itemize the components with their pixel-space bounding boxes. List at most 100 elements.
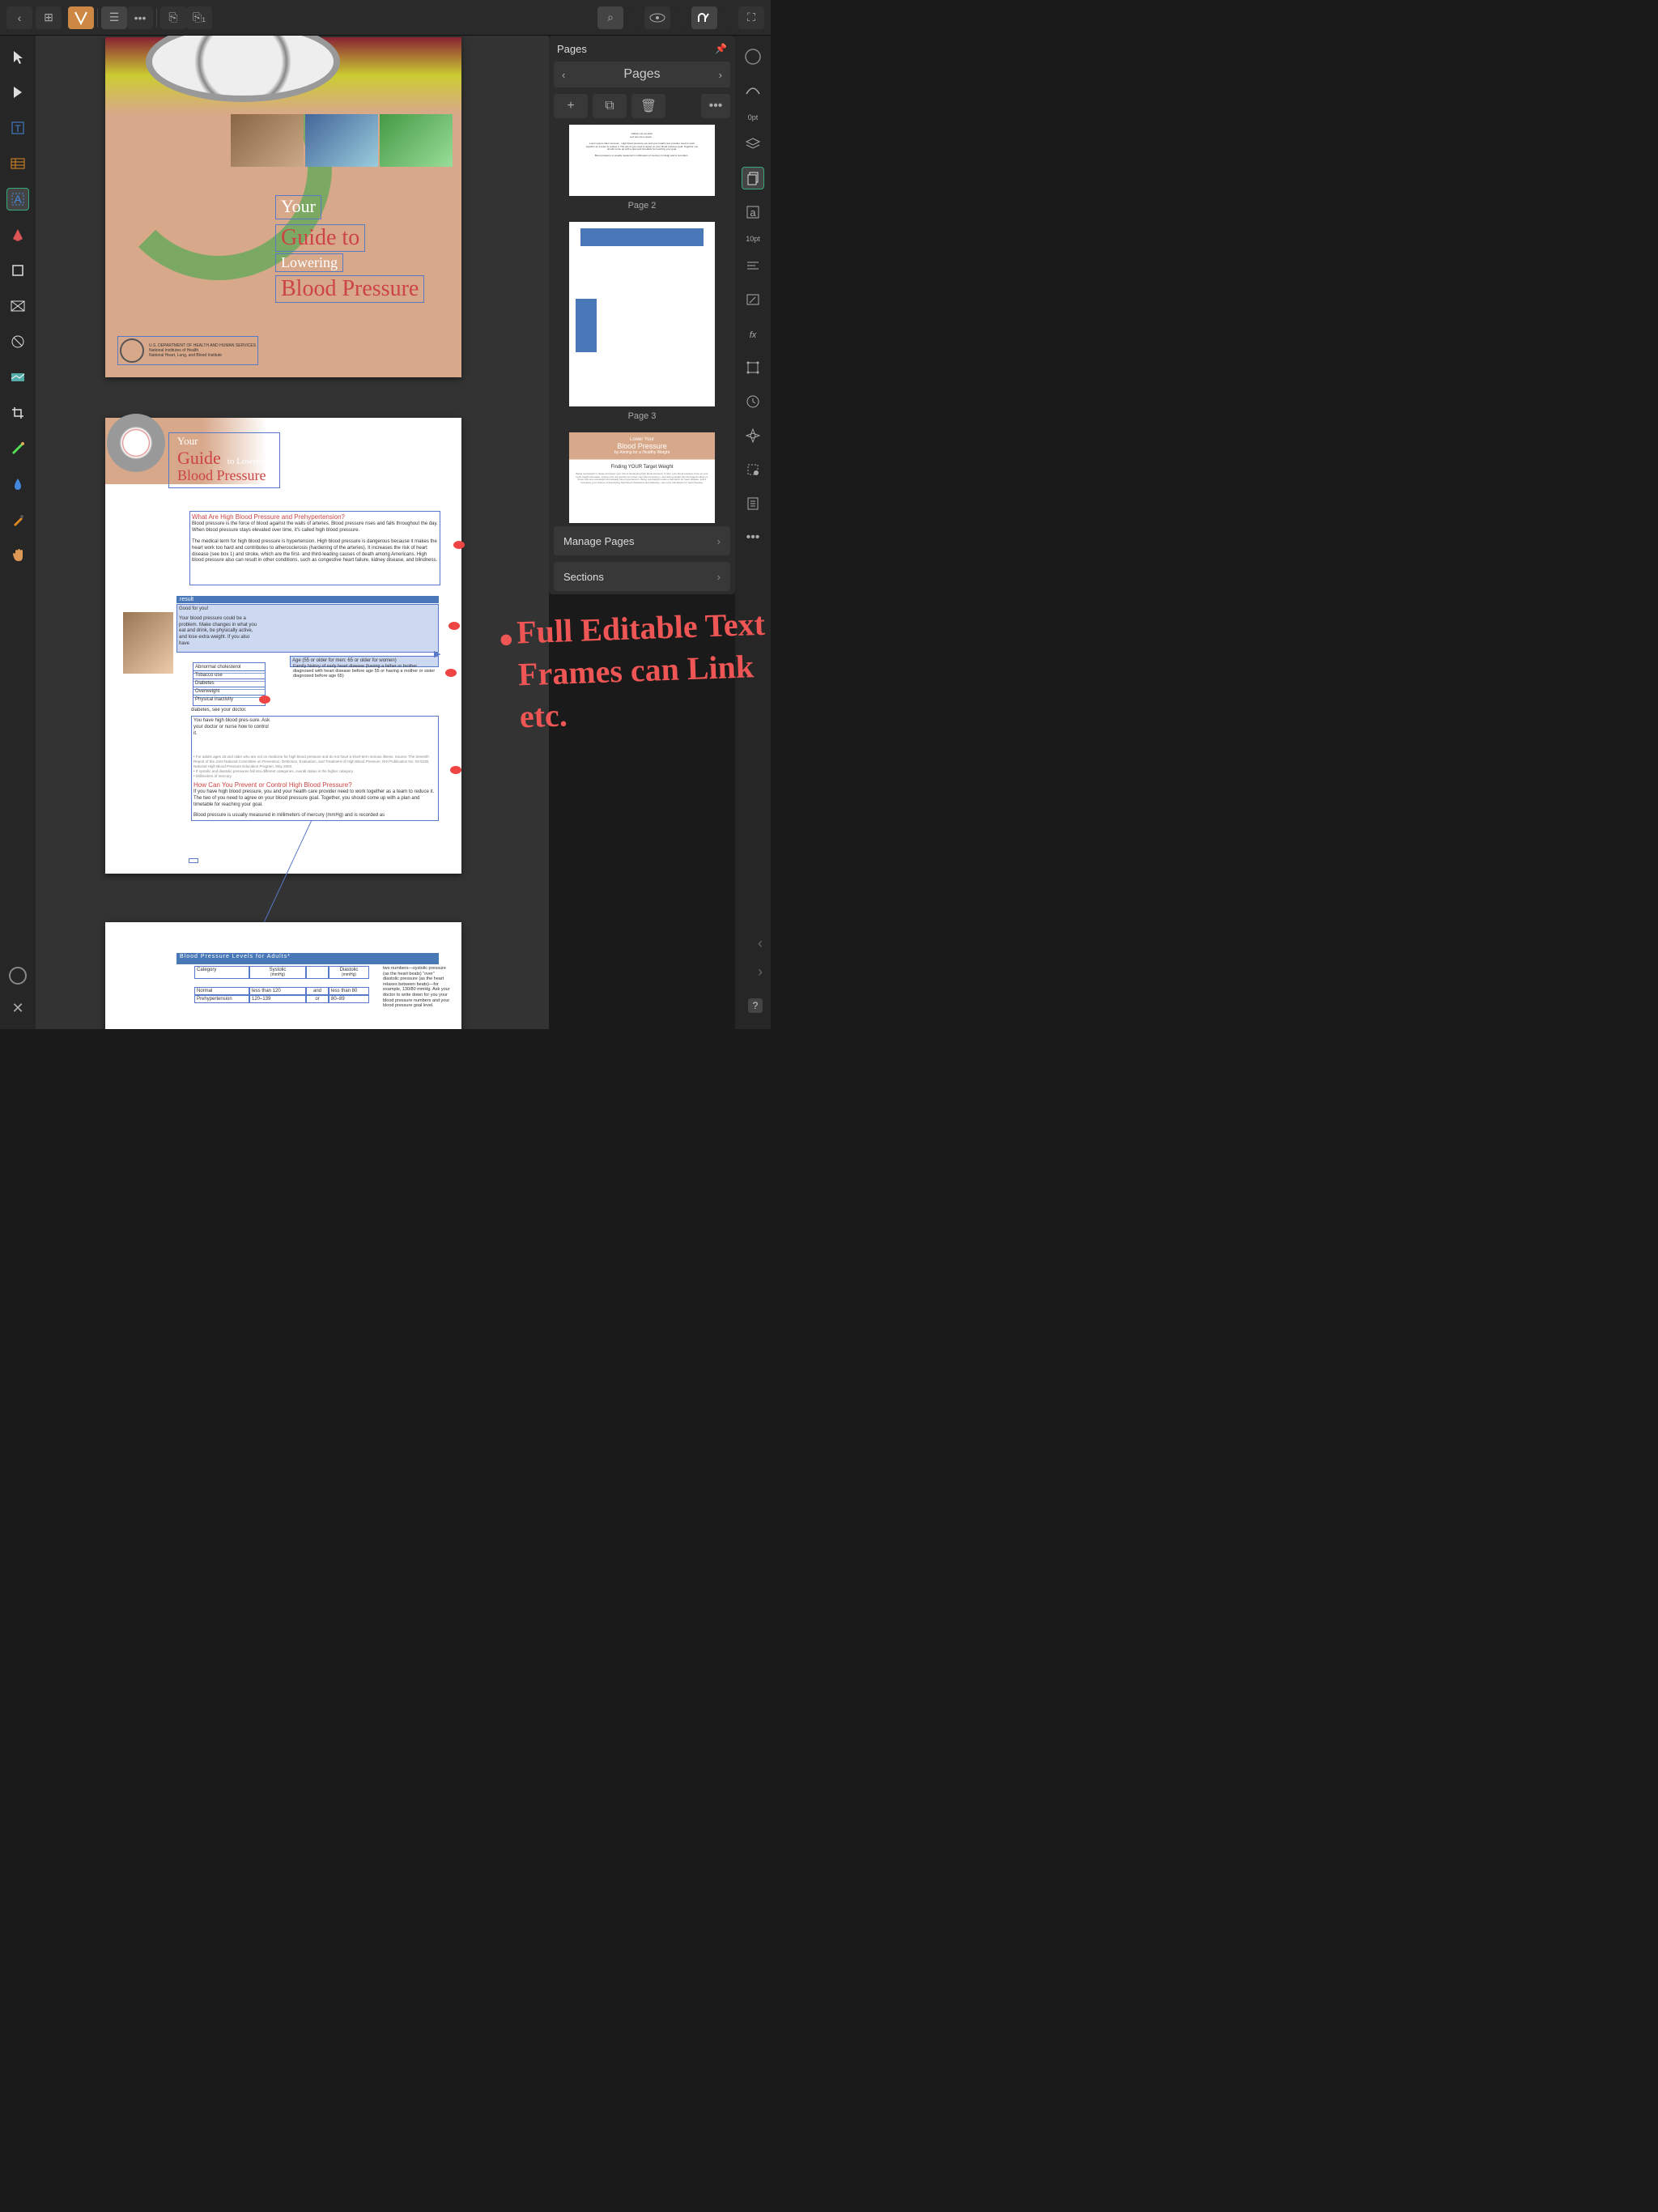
stroke-inspector[interactable]	[742, 79, 764, 102]
text-frame-lower[interactable]: You have high blood pres-sure. Ask your …	[191, 716, 439, 821]
page-2[interactable]: Your Guide to Lowering Blood Pressure Wh…	[105, 418, 461, 874]
panel-title: Pages	[557, 43, 587, 55]
table-tool[interactable]	[6, 152, 29, 175]
shape-tool[interactable]	[6, 330, 29, 353]
fullscreen-button[interactable]: ⛶	[738, 6, 764, 29]
title-guide[interactable]: Guide to	[275, 224, 365, 252]
snap-button[interactable]	[691, 6, 717, 29]
help-button[interactable]: ?	[748, 998, 763, 1013]
paragraph-inspector[interactable]	[742, 254, 764, 277]
nav-prev-icon[interactable]: ‹	[562, 69, 565, 81]
flow-in-marker[interactable]	[189, 858, 198, 863]
overflow-marker[interactable]	[453, 541, 465, 549]
page-1[interactable]: Your Guide to Lowering Blood Pressure U.…	[105, 37, 461, 377]
vector-brush-tool[interactable]	[6, 437, 29, 460]
pages-inspector[interactable]	[742, 167, 764, 189]
flow-out-icon[interactable]: ▶	[434, 649, 440, 659]
table-title-band[interactable]: Blood Pressure Levels for Adults*	[176, 953, 439, 964]
color-swatch[interactable]	[6, 964, 29, 987]
zoom-button[interactable]: ⌕	[597, 6, 623, 29]
character-inspector[interactable]: a	[742, 201, 764, 223]
thumbnail-page-2[interactable]: Nathan eta sw dolortext aus utem ipsum..…	[554, 125, 730, 211]
list-button[interactable]: ☰	[101, 6, 127, 29]
move-tool[interactable]	[6, 45, 29, 68]
sections-button[interactable]: Sections›	[554, 562, 730, 591]
crop-tool[interactable]	[6, 402, 29, 424]
thumbnail-page-3[interactable]: Page 3	[554, 222, 730, 421]
next-arrow[interactable]: ›	[758, 963, 763, 981]
title-lowering[interactable]: Lowering	[275, 253, 343, 272]
transform-inspector[interactable]	[742, 356, 764, 379]
layers-inspector[interactable]	[742, 133, 764, 155]
prev-arrow[interactable]: ‹	[758, 935, 763, 952]
thumbnails[interactable]: Nathan eta sw dolortext aus utem ipsum..…	[549, 125, 735, 523]
box-title[interactable]: result	[176, 596, 439, 603]
pen-tool[interactable]	[6, 223, 29, 246]
color-picker-tool[interactable]	[6, 508, 29, 531]
footer-text: U.S. DEPARTMENT OF HEALTH AND HUMAN SERV…	[149, 343, 256, 358]
pan-tool[interactable]	[6, 544, 29, 567]
svg-text:a: a	[750, 206, 756, 219]
canvas[interactable]: Your Guide to Lowering Blood Pressure U.…	[36, 36, 549, 1029]
cover-footer[interactable]: U.S. DEPARTMENT OF HEALTH AND HUMAN SERV…	[117, 336, 258, 365]
color-inspector[interactable]	[742, 45, 764, 68]
risk-inact[interactable]: Physical inactivity	[193, 695, 266, 706]
panel-nav[interactable]: ‹ Pages ›	[554, 62, 730, 87]
app-icon[interactable]	[68, 6, 94, 29]
duplicate-page-button[interactable]: ⧉	[593, 94, 627, 118]
close-tool[interactable]: ✕	[6, 997, 29, 1019]
zoom-split[interactable]	[627, 6, 638, 29]
hhs-seal-icon	[120, 338, 144, 363]
new-document-button[interactable]: ⎘	[160, 6, 186, 29]
back-button[interactable]: ‹	[6, 6, 32, 29]
preview-button[interactable]	[644, 6, 670, 29]
rectangle-tool[interactable]	[6, 259, 29, 282]
page-title-block[interactable]: Your Guide to Lowering Blood Pressure	[168, 432, 280, 488]
panel-header: Pages 📌	[549, 36, 735, 62]
picture-frame-tool[interactable]	[6, 295, 29, 317]
right-inspector-rail: 0pt a 10pt fx •••	[735, 36, 771, 1029]
overflow-marker[interactable]	[450, 766, 461, 774]
history-inspector[interactable]	[742, 390, 764, 413]
table-header[interactable]: Category Systolic(mmHg) Diastolic(mmHg)	[194, 966, 369, 979]
overflow-marker[interactable]	[449, 622, 460, 630]
overflow-marker[interactable]	[259, 696, 270, 704]
frame-text-tool[interactable]: T	[6, 117, 29, 139]
pages-panel: Pages 📌 ‹ Pages › + ⧉ 🗑 ••• Nathan eta s…	[549, 36, 735, 594]
snap-split[interactable]	[721, 6, 732, 29]
delete-page-button[interactable]: 🗑	[631, 94, 665, 118]
navigator-inspector[interactable]	[742, 424, 764, 447]
more-button[interactable]: •••	[127, 6, 153, 29]
fill-tool[interactable]	[6, 473, 29, 496]
side-text[interactable]: two numbers—systolic pressure (as the he…	[383, 966, 452, 1009]
photo-couple	[123, 612, 173, 674]
nav-next-icon[interactable]: ›	[719, 69, 722, 81]
page-3[interactable]: Blood Pressure Levels for Adults* Catego…	[105, 922, 461, 1029]
overflow-marker[interactable]	[445, 669, 457, 677]
cover-title-block[interactable]: Your Guide to Lowering Blood Pressure	[275, 195, 424, 303]
add-page-button[interactable]: +	[554, 94, 588, 118]
artistic-text-tool[interactable]: A	[6, 188, 29, 211]
node-tool[interactable]	[6, 81, 29, 104]
risk-fam: Family history of early heart disease (h…	[293, 664, 439, 678]
table-body[interactable]: Normal less than 120 and less than 80 Pr…	[194, 987, 369, 1029]
fields-inspector[interactable]	[742, 492, 764, 515]
svg-text:T: T	[15, 123, 21, 134]
new-document-preset-button[interactable]: ⎘₁	[186, 6, 212, 29]
text-frame-box[interactable]: Good for you! Your blood pressure could …	[176, 604, 439, 653]
manage-pages-button[interactable]: Manage Pages›	[554, 526, 730, 555]
preview-split[interactable]	[674, 6, 685, 29]
page-more-button[interactable]: •••	[701, 94, 730, 118]
title-bp[interactable]: Blood Pressure	[275, 275, 424, 303]
fx-inspector[interactable]: fx	[742, 322, 764, 345]
stock-tool[interactable]	[6, 366, 29, 389]
grid-button[interactable]: ⊞	[36, 6, 62, 29]
text-styles-inspector[interactable]	[742, 288, 764, 311]
cover-photos	[231, 114, 453, 167]
more-inspectors[interactable]: •••	[742, 526, 764, 549]
text-frame-intro[interactable]: What Are High Blood Pressure and Prehype…	[189, 511, 440, 585]
thumbnail-page-4[interactable]: Lower Your Blood Pressure by Aiming for …	[554, 432, 730, 523]
assets-inspector[interactable]	[742, 458, 764, 481]
pin-icon[interactable]: 📌	[715, 43, 727, 54]
title-your[interactable]: Your	[275, 195, 321, 219]
